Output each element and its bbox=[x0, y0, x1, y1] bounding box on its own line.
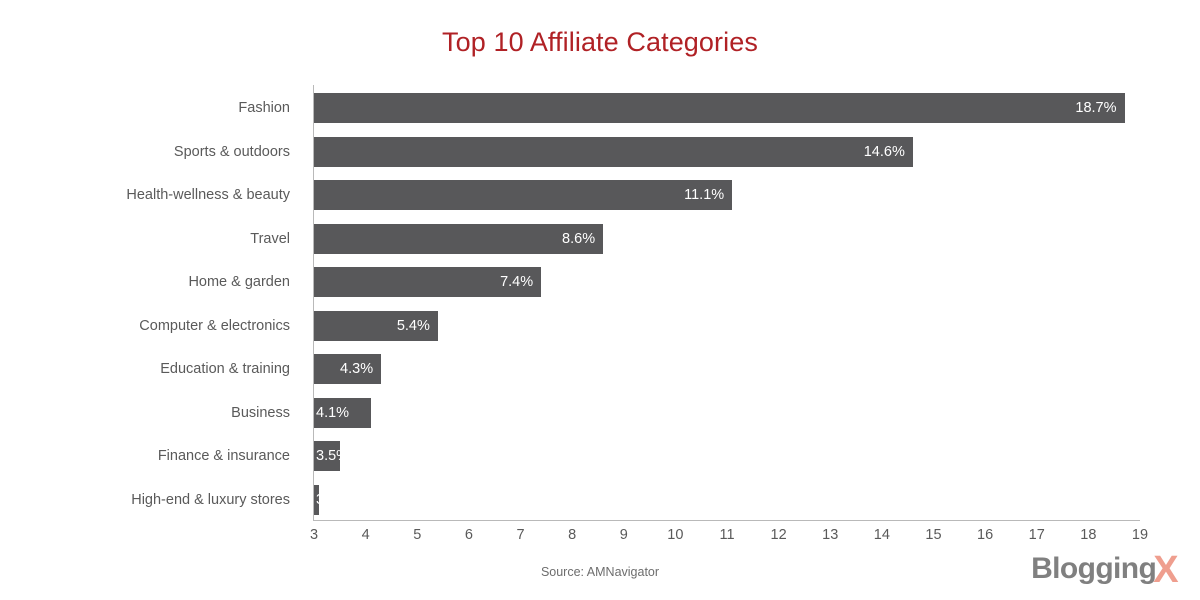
bar[interactable]: 7.4% bbox=[314, 267, 542, 297]
category-label: Computer & electronics bbox=[139, 317, 290, 334]
bar-value-label: 18.7% bbox=[1075, 100, 1117, 116]
category-label: High-end & luxury stores bbox=[131, 491, 290, 508]
bar[interactable]: 8.6% bbox=[314, 223, 604, 254]
bar-row[interactable]: 11.1% bbox=[314, 180, 733, 210]
category-label: Health-wellness & beauty bbox=[126, 187, 290, 203]
category-label: Business bbox=[231, 404, 290, 421]
x-tick-label: 15 bbox=[925, 527, 942, 543]
category-label: Finance & insurance bbox=[157, 448, 290, 464]
bar-value-label: 7.4% bbox=[500, 274, 534, 290]
bar-value-label: 4.1% bbox=[316, 404, 350, 421]
logo-x-mark: X bbox=[1153, 549, 1178, 591]
category-label: Home & garden bbox=[188, 274, 290, 290]
x-tick-label: 19 bbox=[1131, 527, 1149, 543]
x-tick-label: 18 bbox=[1080, 527, 1097, 543]
bar[interactable]: 4.3% bbox=[314, 354, 382, 384]
category-label: Sports & outdoors bbox=[173, 143, 290, 160]
bar-row[interactable]: 8.6% bbox=[314, 223, 604, 254]
category-label: Travel bbox=[250, 230, 290, 247]
x-tick-label: 8 bbox=[568, 527, 577, 543]
x-tick-label: 6 bbox=[464, 527, 473, 543]
x-tick-label: 14 bbox=[873, 527, 890, 543]
bar-row[interactable]: 3.5% bbox=[314, 441, 340, 471]
bar[interactable]: 4.1% bbox=[314, 397, 371, 428]
bar-row[interactable]: 4.3% bbox=[314, 354, 382, 384]
chart-canvas: Top 10 Affiliate Categories Fashion Sport… bbox=[0, 0, 1200, 600]
bar[interactable]: 3.5% bbox=[314, 441, 340, 471]
bar-value-label: 4.3% bbox=[340, 361, 374, 377]
x-tick-label: 5 bbox=[413, 527, 422, 543]
bar[interactable]: 5.4% bbox=[314, 310, 438, 341]
x-tick-label: 16 bbox=[977, 527, 994, 543]
category-axis-labels: Fashion Sports & outdoors Health-wellness … bbox=[0, 85, 302, 520]
bar-value-label: 3.5% bbox=[316, 448, 340, 464]
x-tick-label: 11 bbox=[719, 527, 735, 543]
x-tick-label: 13 bbox=[822, 527, 839, 543]
bar[interactable]: 18.7% bbox=[314, 93, 1125, 123]
bar-row[interactable]: 4.1% bbox=[314, 397, 371, 428]
bar-row[interactable]: 5.4% bbox=[314, 310, 438, 341]
chart-title: Top 10 Affiliate Categories bbox=[442, 27, 758, 57]
bar-row[interactable]: 18.7% bbox=[314, 93, 1125, 123]
brandingx-logo: BloggingX bbox=[1031, 549, 1179, 591]
x-axis-line bbox=[313, 520, 1140, 521]
bar-row[interactable]: 14.6% bbox=[314, 136, 913, 167]
x-tick-label: 7 bbox=[516, 527, 525, 543]
bar-value-label: 11.1% bbox=[684, 187, 725, 203]
bar-value-label: 3.1% bbox=[316, 492, 319, 508]
bar[interactable]: 14.6% bbox=[314, 136, 913, 167]
bar-value-label: 8.6% bbox=[562, 230, 596, 247]
x-tick-label: 17 bbox=[1028, 527, 1045, 543]
x-tick-label: 3 bbox=[309, 527, 319, 543]
category-label: Fashion bbox=[238, 100, 290, 116]
bar[interactable]: 11.1% bbox=[314, 180, 733, 210]
bar-value-label: 14.6% bbox=[863, 143, 905, 160]
x-axis-tick-labels: 3 4 5 6 7 8 9 10 11 12 13 14 15 16 17 18 19 bbox=[310, 527, 1148, 551]
bar-value-label: 5.4% bbox=[396, 317, 430, 334]
x-tick-label: 10 bbox=[667, 527, 684, 543]
x-tick-label: 4 bbox=[361, 527, 370, 543]
plot-area: 18.7% 14.6% 11.1% 8.6% 7.4% 5.4% 4.3% 4.1% 3.5% 3… bbox=[313, 85, 1140, 521]
x-tick-label: 9 bbox=[619, 527, 628, 543]
bar[interactable]: 3.1% bbox=[314, 484, 320, 515]
source-note: Source: AMNavigator bbox=[540, 565, 660, 579]
logo-wordmark: Blogging bbox=[1031, 552, 1157, 585]
category-label: Education & training bbox=[160, 361, 290, 377]
x-tick-label: 12 bbox=[770, 527, 787, 543]
bar-row[interactable]: 7.4% bbox=[314, 267, 542, 297]
bar-row[interactable]: 3.1% bbox=[314, 484, 320, 515]
